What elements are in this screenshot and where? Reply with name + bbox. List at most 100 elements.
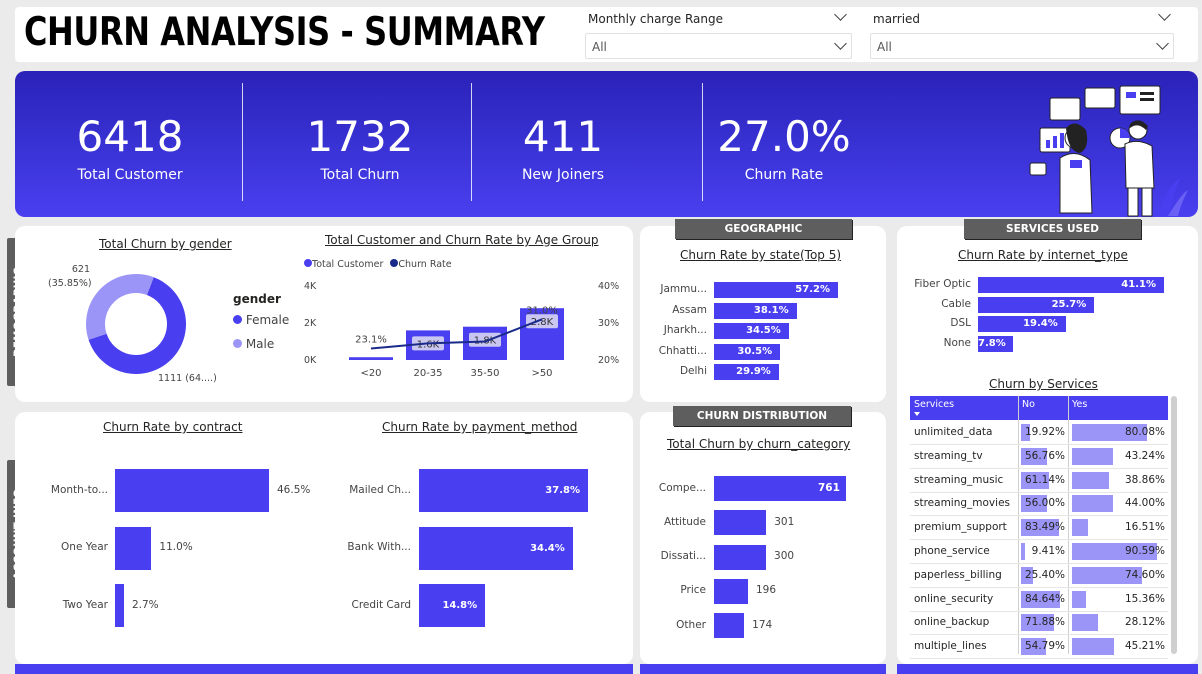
x-tick: <20 [360, 368, 381, 379]
y-tick: 0K [304, 355, 317, 366]
kpi-total-churn-label: Total Churn [320, 167, 400, 183]
kpi-total-customer-value: 6418 [76, 112, 184, 161]
bar-category-label: Attitude [663, 515, 706, 528]
filter-dropdown[interactable]: All [870, 33, 1174, 59]
bar[interactable]: 29.9% [714, 364, 779, 380]
y2-tick: 40% [598, 281, 620, 292]
bar-category-label: One Year [61, 541, 108, 553]
bar[interactable]: 41.1% [978, 277, 1164, 293]
bar[interactable]: 19.4% [978, 316, 1066, 333]
yes-value: 45.21% [1124, 640, 1165, 653]
bar[interactable]: 37.8% [419, 469, 588, 512]
bar[interactable]: 38.1% [714, 302, 797, 319]
chevron-down-icon [834, 37, 847, 50]
filter-dropdown[interactable]: All [585, 33, 852, 59]
y-tick: 2K [304, 318, 317, 329]
x-tick: 20-35 [413, 368, 442, 379]
bar[interactable]: 57.2% [714, 282, 838, 298]
bar[interactable] [115, 526, 152, 570]
bar-category-label: Fiber Optic [914, 278, 971, 290]
bar-category-label: Credit Card [351, 598, 411, 611]
legend-label: Female [245, 313, 290, 327]
bar-category-label: Dissati... [660, 550, 706, 563]
legend-dot-icon [233, 339, 242, 348]
age-legend: Total Customer Churn Rate [304, 259, 452, 270]
no-value: 54.79% [1024, 640, 1065, 653]
bar-total-customer[interactable] [349, 357, 393, 360]
churn-rate-line[interactable] [370, 318, 543, 350]
legend-item-male[interactable]: Male [233, 337, 274, 351]
column-header-yes[interactable]: Yes [1072, 399, 1087, 410]
bar-category-label: Chhatti... [658, 344, 707, 357]
service-name: premium_support [914, 521, 1007, 534]
legend-label: Male [245, 337, 275, 351]
legend-dot-icon [233, 315, 242, 324]
donut-label-male: 621 (35.85%) [48, 263, 92, 291]
service-name: online_security [914, 592, 994, 605]
bar-category-label: Cable [941, 297, 971, 310]
bar-category-label: Assam [672, 303, 707, 316]
legend-dot-icon [304, 259, 312, 267]
table-scrollbar[interactable] [1171, 396, 1177, 654]
bar[interactable]: 34.5% [714, 323, 789, 339]
legend-item-female[interactable]: Female [233, 313, 289, 327]
bar-category-label: Compe... [658, 481, 706, 494]
bar-category-label: Delhi [679, 365, 707, 377]
bar[interactable]: 14.8% [419, 584, 486, 627]
sort-down-icon [914, 412, 920, 416]
payment-chart-title: Churn Rate by payment_method [382, 420, 578, 434]
bar[interactable] [714, 510, 767, 536]
chevron-down-icon [1156, 37, 1169, 50]
filter-label: Monthly charge Range [588, 12, 723, 26]
data-label: 761 [818, 481, 840, 494]
filter-label: married [873, 12, 921, 26]
legend-label: Churn Rate [398, 259, 452, 270]
gender-chart-title: Total Churn by gender [99, 237, 232, 251]
bar-category-label: Jharkh... [663, 324, 707, 336]
donut-slice-male[interactable] [86, 274, 154, 340]
service-name: paperless_billing [914, 568, 1002, 581]
bottom-accent-strip [15, 664, 633, 674]
kpi-churn-rate-label: Churn Rate [744, 167, 824, 183]
no-value: 56.76% [1024, 449, 1065, 462]
service-name: streaming_music [914, 473, 1004, 486]
bottom-accent-strip [897, 664, 1198, 674]
bar[interactable] [115, 584, 124, 627]
yes-value: 15.36% [1124, 592, 1165, 605]
bar-category-label: Month-to... [50, 483, 108, 496]
yes-value: 43.24% [1124, 449, 1165, 462]
contract-chart-title: Churn Rate by contract [103, 420, 243, 434]
bar[interactable] [115, 469, 269, 512]
data-label: 31.0% [526, 305, 558, 316]
no-value: 84.64% [1024, 592, 1065, 605]
data-label: 11.0% [159, 541, 193, 553]
donut-label-male-value: 621 (35.85%) [48, 264, 92, 289]
service-name: streaming_tv [914, 449, 983, 462]
age-group-combo-chart: <201.6K20-351.8K35-502.8K>5023.1%31.0% [349, 305, 564, 379]
bar[interactable]: 25.7% [978, 296, 1095, 313]
bar[interactable]: 7.8% [978, 336, 1014, 353]
bar[interactable]: 30.5% [714, 343, 781, 360]
data-label: 301 [774, 515, 795, 528]
no-value: 56.00% [1024, 497, 1065, 510]
service-name: streaming_movies [914, 497, 1010, 510]
column-header-services[interactable]: Services [914, 399, 954, 410]
bar-category-label: Bank With... [347, 541, 411, 553]
no-value: 83.49% [1024, 521, 1065, 534]
bar-category-label: None [943, 337, 971, 350]
yes-value: 38.86% [1124, 473, 1165, 486]
legend-label: Total Customer [312, 259, 384, 270]
yes-value: 80.08% [1124, 426, 1165, 438]
page-title: CHURN ANALYSIS - SUMMARY [24, 10, 545, 55]
data-label: 196 [755, 584, 777, 597]
y2-tick: 30% [598, 318, 620, 329]
bar[interactable]: 34.4% [419, 526, 573, 570]
column-header-no[interactable]: No [1022, 399, 1035, 410]
x-tick: 35-50 [470, 368, 499, 379]
bar[interactable] [714, 578, 748, 604]
no-value: 71.88% [1024, 616, 1065, 629]
filter-value: All [592, 40, 607, 54]
bar[interactable] [714, 544, 767, 570]
bar[interactable] [714, 613, 745, 639]
analytics-illustration-icon [1029, 85, 1188, 217]
